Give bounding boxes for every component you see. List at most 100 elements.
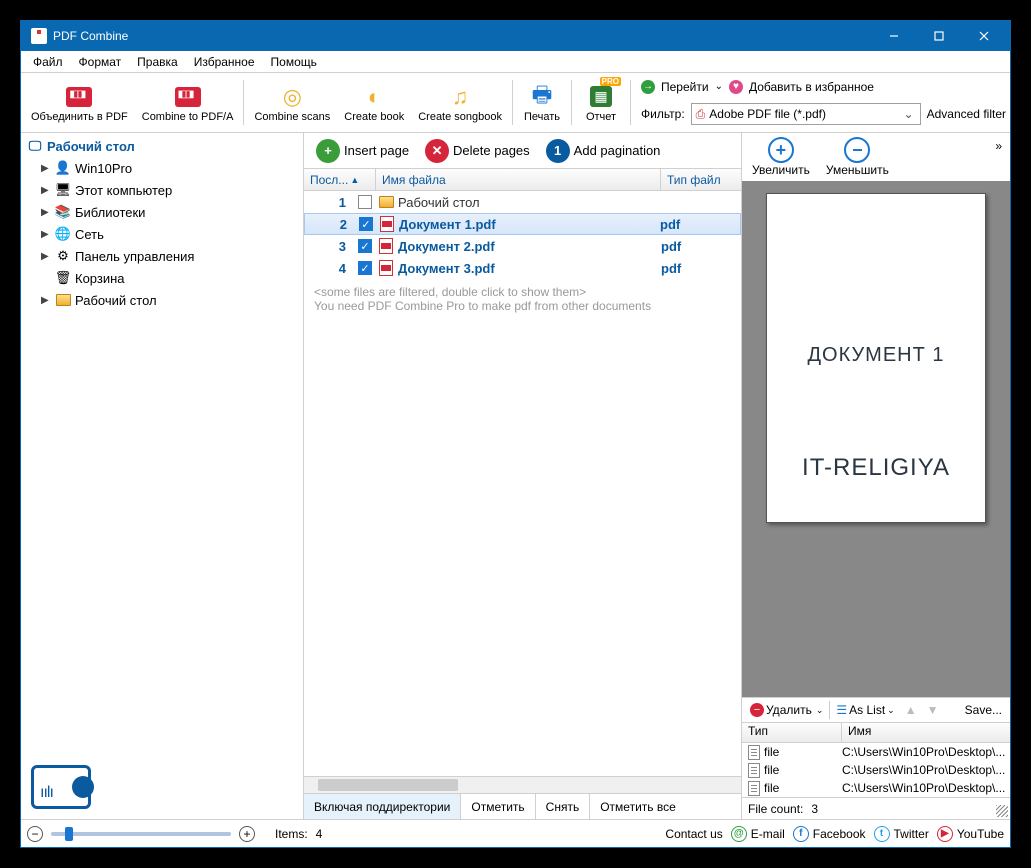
tree-label: Сеть xyxy=(75,227,104,242)
tree-item-trash[interactable]: 🗑Корзина xyxy=(21,267,303,289)
queue-col-name[interactable]: Имя xyxy=(842,723,1010,742)
create-songbook-button[interactable]: ♫ Create songbook xyxy=(412,81,508,125)
combine-pdf-button[interactable]: Объединить в PDF xyxy=(25,81,134,125)
queue-up-button[interactable]: ▲ xyxy=(901,703,921,717)
print-button[interactable]: 🖶 Печать xyxy=(517,81,567,125)
tree-item-libraries[interactable]: ▶📚Библиотеки xyxy=(21,201,303,223)
horizontal-scrollbar[interactable] xyxy=(304,777,741,793)
email-label: E-mail xyxy=(751,827,785,841)
report-button[interactable]: ▦PRO Отчет xyxy=(576,81,626,125)
row-checkbox[interactable]: ✓ xyxy=(358,239,372,253)
list-row[interactable]: 3 ✓ Документ 2.pdf pdf xyxy=(304,235,741,257)
create-book-label: Create book xyxy=(344,111,404,123)
email-icon: @ xyxy=(731,826,747,842)
tree-label: Панель управления xyxy=(75,249,194,264)
zoom-slider[interactable] xyxy=(51,832,231,836)
twitter-link[interactable]: tTwitter xyxy=(874,826,929,842)
col-number[interactable]: Посл...▲ xyxy=(304,169,376,190)
tree-item-control-panel[interactable]: ▶⚙Панель управления xyxy=(21,245,303,267)
menu-favorites[interactable]: Избранное xyxy=(186,53,263,71)
create-book-button[interactable]: ◐ Create book xyxy=(338,81,410,125)
add-favorite-link[interactable]: Добавить в избранное xyxy=(749,80,874,94)
queue-toolbar: −Удалить⌄ ☰As List⌄ ▲ ▼ Save... xyxy=(742,697,1010,723)
menu-format[interactable]: Формат xyxy=(71,53,130,71)
zoom-in-label: Увеличить xyxy=(752,163,810,177)
titlebar: PDF Combine xyxy=(21,21,1010,51)
arrow-down-icon: ▼ xyxy=(927,703,939,717)
list-row[interactable]: 1 Рабочий стол xyxy=(304,191,741,213)
uncheck-button[interactable]: Снять xyxy=(536,794,591,819)
network-icon: 🌐 xyxy=(55,226,71,242)
go-link[interactable]: Перейти xyxy=(661,80,709,94)
row-type: pdf xyxy=(660,217,740,232)
file-icon xyxy=(748,745,760,760)
add-pagination-button[interactable]: 1Add pagination xyxy=(540,137,667,165)
list-icon: ☰ xyxy=(836,703,847,717)
queue-delete-button[interactable]: −Удалить⌄ xyxy=(746,703,827,717)
queue-down-button[interactable]: ▼ xyxy=(923,703,943,717)
tree-item-network[interactable]: ▶🌐Сеть xyxy=(21,223,303,245)
queue-row[interactable]: fileC:\Users\Win10Pro\Desktop\... xyxy=(742,761,1010,779)
combine-scans-button[interactable]: ◎ Combine scans xyxy=(248,81,336,125)
row-type: pdf xyxy=(661,261,741,276)
tree-item-pc[interactable]: ▶🖥Этот компьютер xyxy=(21,179,303,201)
tree-item-desktop[interactable]: ▶Рабочий стол xyxy=(21,289,303,311)
row-checkbox[interactable]: ✓ xyxy=(359,217,373,231)
insert-page-label: Insert page xyxy=(344,143,409,158)
queue-header: Тип Имя xyxy=(742,723,1010,743)
advanced-filter-link[interactable]: Advanced filter xyxy=(927,107,1006,121)
go-icon: → xyxy=(641,80,655,94)
list-row[interactable]: 2 ✓ Документ 1.pdf pdf xyxy=(304,213,741,235)
check-all-button[interactable]: Отметить все xyxy=(590,794,686,819)
zoom-in-button[interactable]: +Увеличить xyxy=(752,137,810,177)
email-link[interactable]: @ E-mail xyxy=(731,826,785,842)
maximize-button[interactable] xyxy=(916,21,961,51)
row-checkbox[interactable] xyxy=(358,195,372,209)
filter-dropdown[interactable]: ⎙ Adobe PDF file (*.pdf) xyxy=(691,103,921,125)
row-number: 4 xyxy=(304,261,354,276)
queue-delete-label: Удалить xyxy=(766,703,812,717)
queue-col-type[interactable]: Тип xyxy=(742,723,842,742)
status-zoom-out[interactable]: − xyxy=(27,826,43,842)
combine-pdfa-button[interactable]: Combine to PDF/A xyxy=(136,81,240,125)
menu-help[interactable]: Помощь xyxy=(263,53,325,71)
minus-red-icon: − xyxy=(750,703,764,717)
tree-label: Этот компьютер xyxy=(75,183,172,198)
toolbar-separator xyxy=(243,80,244,125)
delete-pages-button[interactable]: ✕Delete pages xyxy=(419,137,536,165)
queue-save-button[interactable]: Save... xyxy=(961,703,1006,717)
file-count-bar: File count: 3 xyxy=(742,797,1010,819)
tree-label: Рабочий стол xyxy=(75,293,157,308)
toolbar-right: → Перейти ⌄ ♥ Добавить в избранное Фильт… xyxy=(635,75,1006,130)
resize-grip[interactable] xyxy=(996,805,1008,817)
youtube-link[interactable]: ▶YouTube xyxy=(937,826,1004,842)
check-button[interactable]: Отметить xyxy=(461,794,535,819)
col-type[interactable]: Тип файл xyxy=(661,169,741,190)
minimize-button[interactable] xyxy=(871,21,916,51)
book-icon: ◐ xyxy=(368,84,381,110)
zoom-out-button[interactable]: −Уменьшить xyxy=(826,137,889,177)
youtube-icon: ▶ xyxy=(937,826,953,842)
menu-file[interactable]: Файл xyxy=(25,53,71,71)
queue-row[interactable]: fileC:\Users\Win10Pro\Desktop\... xyxy=(742,779,1010,797)
row-checkbox[interactable]: ✓ xyxy=(358,261,372,275)
col-name[interactable]: Имя файла xyxy=(376,169,661,190)
arrow-up-icon: ▲ xyxy=(905,703,917,717)
insert-page-button[interactable]: +Insert page xyxy=(310,137,415,165)
hint-line2: You need PDF Combine Pro to make pdf fro… xyxy=(314,299,731,313)
queue-row[interactable]: fileC:\Users\Win10Pro\Desktop\... xyxy=(742,743,1010,761)
close-button[interactable] xyxy=(961,21,1006,51)
facebook-link[interactable]: fFacebook xyxy=(793,826,866,842)
status-zoom-in[interactable]: + xyxy=(239,826,255,842)
pdf-icon xyxy=(380,216,394,232)
pdf-type-icon: ⎙ xyxy=(696,107,706,122)
combine-pdfa-label: Combine to PDF/A xyxy=(142,111,234,123)
list-row[interactable]: 4 ✓ Документ 3.pdf pdf xyxy=(304,257,741,279)
include-subdirs-button[interactable]: Включая поддиректории xyxy=(304,794,461,819)
logo-icon xyxy=(31,765,91,809)
menu-edit[interactable]: Правка xyxy=(129,53,186,71)
queue-view-button[interactable]: ☰As List⌄ xyxy=(832,703,898,717)
expand-icon[interactable]: » xyxy=(995,139,1002,153)
tree-item-user[interactable]: ▶👤Win10Pro xyxy=(21,157,303,179)
tree-root[interactable]: 🖵 Рабочий стол xyxy=(21,135,303,157)
